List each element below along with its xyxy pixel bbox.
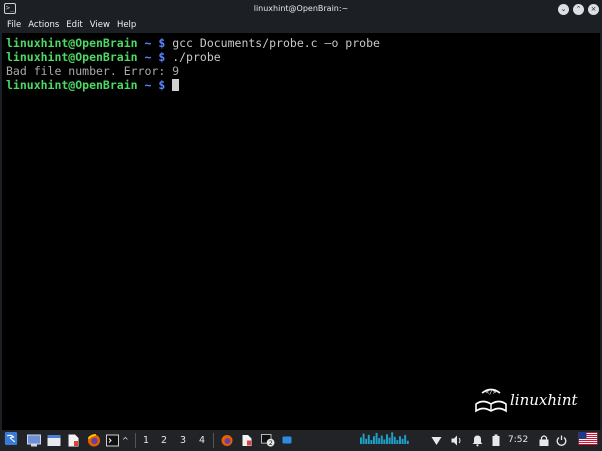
chevron-up-icon[interactable]: ^ <box>122 434 129 447</box>
audio-visualizer <box>360 432 409 444</box>
command-text: gcc Documents/probe.c –o probe <box>165 36 380 50</box>
separator <box>213 433 214 448</box>
lock-icon[interactable] <box>539 434 549 447</box>
screen-share-icon[interactable] <box>282 434 292 447</box>
menu-actions[interactable]: Actions <box>28 18 59 33</box>
window-title: linuxhint@OpenBrain:~ <box>253 4 349 13</box>
terminal-output: Bad file number. Error: 9 <box>6 64 180 78</box>
menu-file[interactable]: File <box>7 18 21 33</box>
kali-menu-icon[interactable] <box>3 432 19 445</box>
firefox-icon[interactable] <box>87 434 101 447</box>
logo-text: linuxhint <box>510 391 578 409</box>
file-manager-icon[interactable] <box>47 434 61 447</box>
workspace-4[interactable]: 4 <box>199 434 205 447</box>
workspace-3[interactable]: 3 <box>180 434 186 447</box>
close-icon[interactable]: × <box>588 4 599 15</box>
badge-count: 2 <box>269 440 273 447</box>
terminal-line: linuxhint@OpenBrain ~ $ gcc Documents/pr… <box>6 36 380 50</box>
linuxhint-logo: </> linuxhint <box>473 384 598 420</box>
firefox-window-icon[interactable] <box>221 434 233 447</box>
menu-edit[interactable]: Edit <box>66 18 82 33</box>
editor-window-icon[interactable] <box>242 434 252 447</box>
command-text <box>165 78 172 92</box>
workspace-1[interactable]: 1 <box>143 434 149 447</box>
desktop-icon[interactable] <box>27 434 41 447</box>
text-editor-icon[interactable] <box>68 434 79 447</box>
battery-icon[interactable] <box>492 434 500 447</box>
terminal-icon[interactable] <box>106 434 119 447</box>
flag-us-icon[interactable] <box>576 432 600 445</box>
prompt-user: linuxhint@OpenBrain <box>6 50 138 64</box>
notifications-icon[interactable] <box>472 434 483 447</box>
title-bar[interactable]: >_ linuxhint@OpenBrain:~ ⌄ ⌃ × <box>0 0 602 18</box>
prompt-path: ~ <box>137 78 159 92</box>
prompt-path: ~ <box>137 50 159 64</box>
taskbar: ^ 1 2 3 4 2 7:52 <box>0 430 602 451</box>
menu-help[interactable]: Help <box>117 18 136 33</box>
workspace-2[interactable]: 2 <box>161 434 167 447</box>
maximize-icon[interactable]: ⌃ <box>573 4 584 15</box>
terminal-window-icon[interactable]: 2 <box>260 434 276 447</box>
minimize-icon[interactable]: ⌄ <box>558 4 569 15</box>
terminal-area[interactable]: linuxhint@OpenBrain ~ $ gcc Documents/pr… <box>0 33 602 430</box>
screen: >_ linuxhint@OpenBrain:~ ⌄ ⌃ × File Acti… <box>0 0 602 451</box>
prompt-user: linuxhint@OpenBrain <box>6 36 138 50</box>
prompt-user: linuxhint@OpenBrain <box>6 78 138 92</box>
prompt-path: ~ <box>137 36 159 50</box>
menu-bar: File Actions Edit View Help <box>0 18 602 33</box>
volume-icon[interactable] <box>451 434 463 447</box>
menu-view[interactable]: View <box>90 18 110 33</box>
power-icon[interactable] <box>556 434 567 447</box>
terminal-line: linuxhint@OpenBrain ~ $ ./probe <box>6 50 221 64</box>
clock[interactable]: 7:52 <box>508 434 528 447</box>
network-icon[interactable] <box>431 434 442 447</box>
command-text: ./probe <box>165 50 221 64</box>
text-cursor <box>172 79 180 91</box>
book-icon: </> <box>475 388 507 413</box>
separator <box>135 433 136 448</box>
svg-text:</>: </> <box>486 389 497 396</box>
terminal-line: linuxhint@OpenBrain ~ $ <box>6 78 180 92</box>
